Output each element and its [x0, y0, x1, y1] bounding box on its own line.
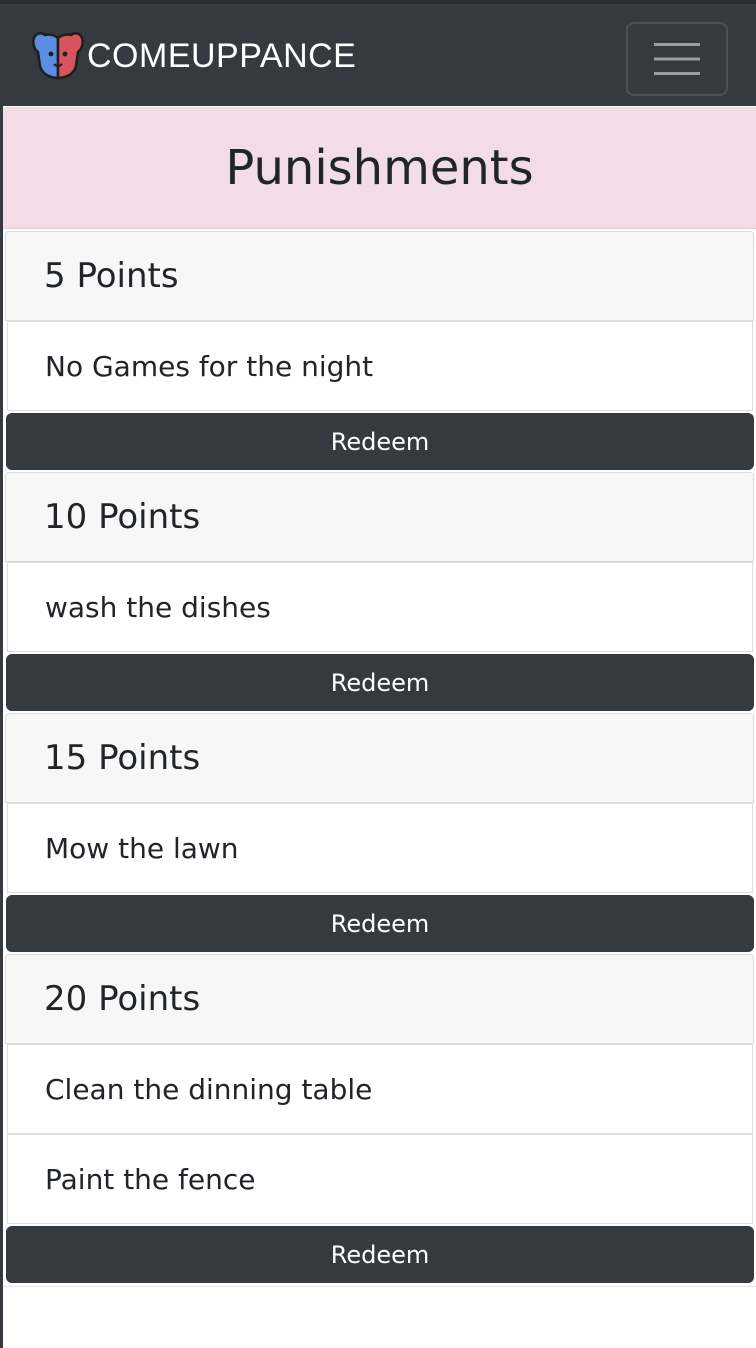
redeem-button[interactable]: Redeem — [6, 654, 754, 711]
punishment-item: Paint the fence — [7, 1134, 753, 1224]
page-title: Punishments — [225, 139, 534, 196]
navbar: COMEUPPANCE — [0, 0, 756, 106]
hamburger-icon — [654, 43, 700, 75]
points-header: 15 Points — [5, 713, 754, 803]
punishment-item: No Games for the night — [7, 321, 753, 411]
list-bottom-divider — [3, 1286, 756, 1287]
menu-toggle-button[interactable] — [626, 22, 728, 96]
points-header: 10 Points — [5, 472, 754, 562]
page-header: Punishments — [3, 107, 756, 229]
punishment-item: Clean the dinning table — [7, 1044, 753, 1134]
punishment-item: wash the dishes — [7, 562, 753, 652]
points-header: 20 Points — [5, 954, 754, 1044]
redeem-button[interactable]: Redeem — [6, 413, 754, 470]
brand-name: COMEUPPANCE — [87, 36, 357, 75]
dog-face-icon — [32, 32, 84, 80]
redeem-button[interactable]: Redeem — [6, 895, 754, 952]
redeem-button[interactable]: Redeem — [6, 1226, 754, 1283]
brand-link[interactable]: COMEUPPANCE — [30, 26, 356, 86]
punishment-item: Mow the lawn — [7, 803, 753, 893]
points-header: 5 Points — [5, 231, 754, 321]
